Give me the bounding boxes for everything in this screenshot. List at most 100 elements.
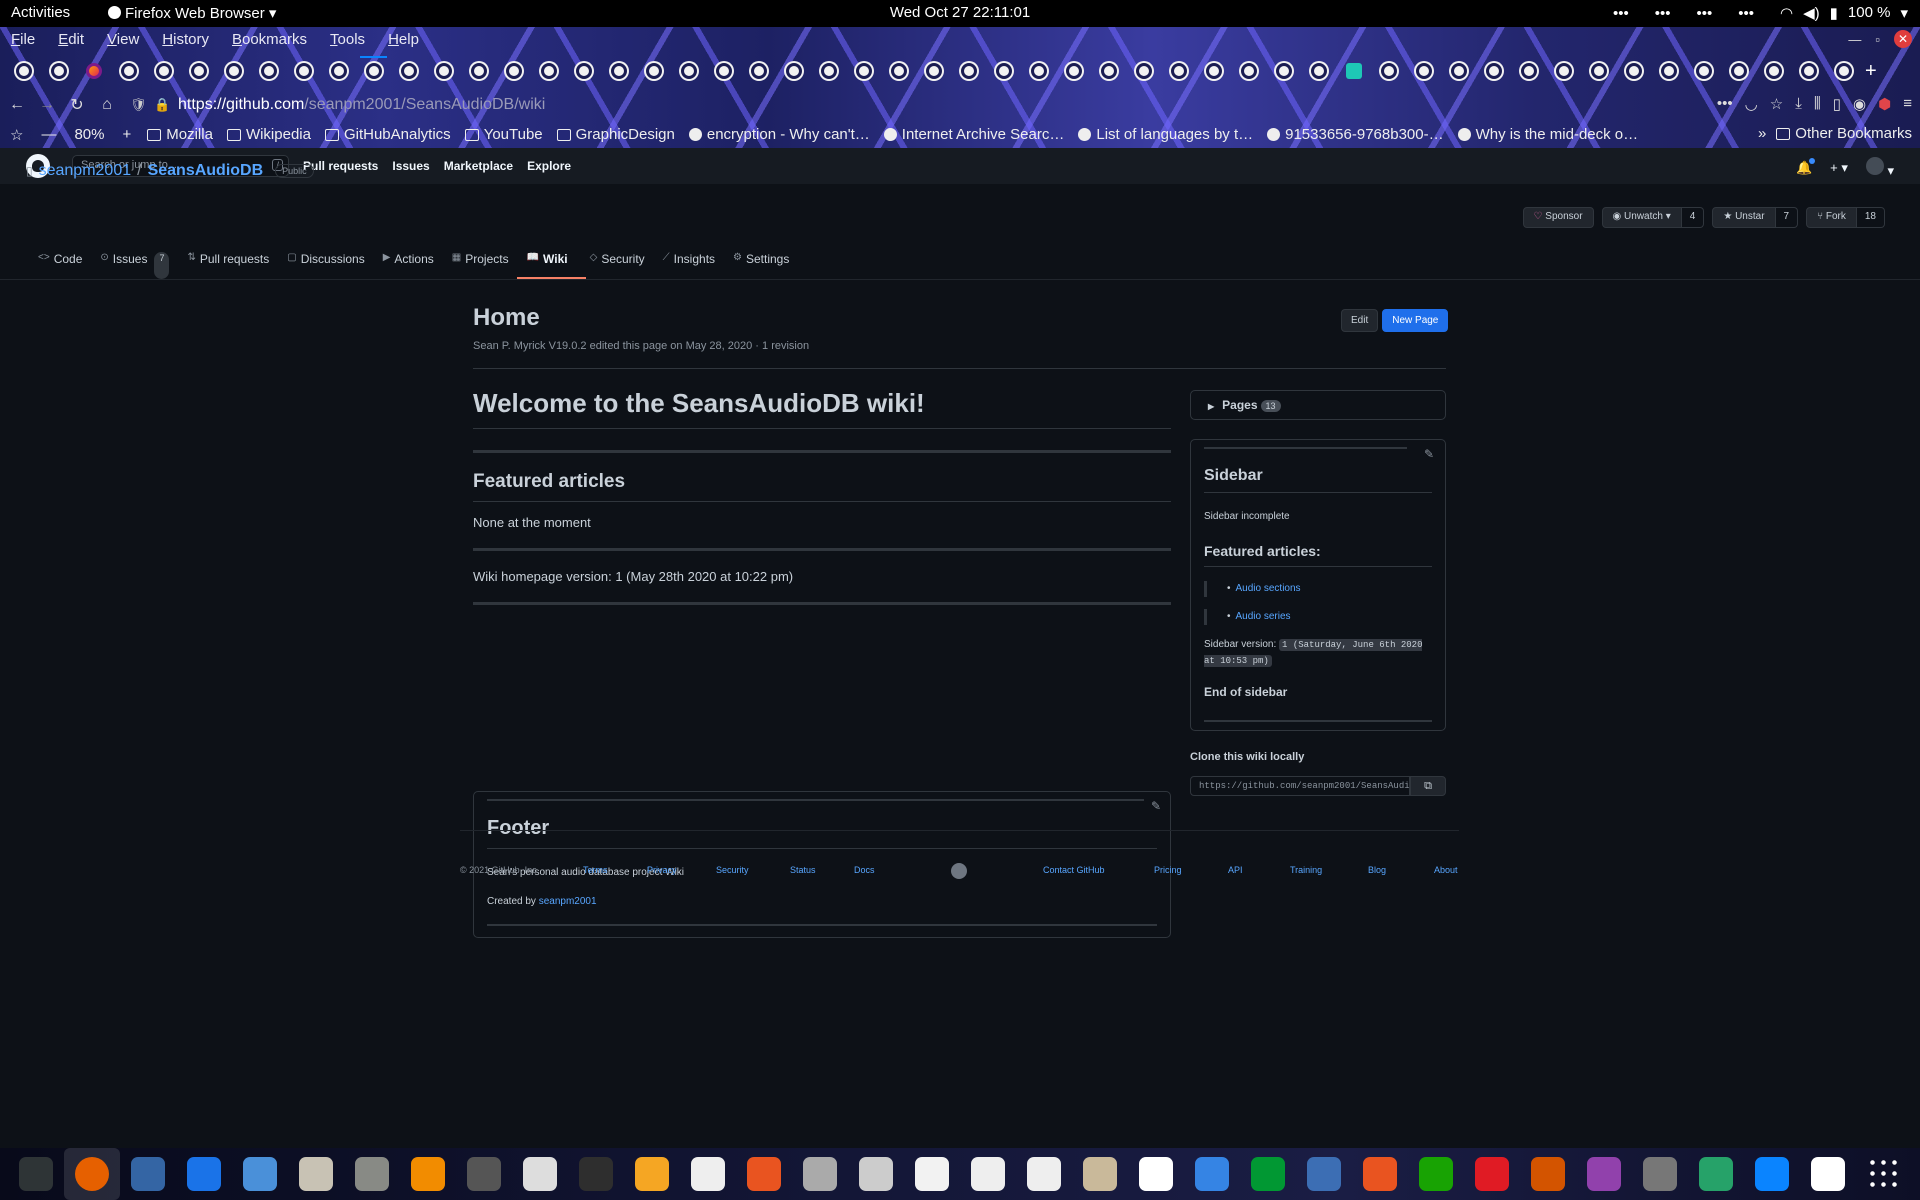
browser-tab[interactable] — [6, 56, 41, 86]
browser-tab[interactable] — [1126, 56, 1161, 86]
copy-icon[interactable]: ⧉ — [1410, 776, 1446, 796]
footer-link-security[interactable]: Security — [716, 865, 749, 875]
url-bar[interactable]: 🛡 🔒 https://github.com/seanpm2001/SeansA… — [130, 92, 1650, 118]
menu-edit[interactable]: Edit — [47, 27, 96, 53]
dock-item[interactable] — [120, 1148, 176, 1200]
minimize-icon[interactable]: — — [1848, 32, 1861, 47]
footer-link-pricing[interactable]: Pricing — [1154, 865, 1182, 875]
browser-tab[interactable] — [1651, 56, 1686, 86]
dock-item[interactable] — [344, 1148, 400, 1200]
footer-link-api[interactable]: API — [1228, 865, 1243, 875]
edit-pencil-icon[interactable]: ✎ — [1424, 447, 1434, 461]
browser-tab[interactable] — [216, 56, 251, 86]
back-icon[interactable]: ← — [2, 96, 32, 114]
nav-explore[interactable]: Explore — [527, 159, 571, 173]
bookmark-item[interactable]: Internet Archive Searc… — [883, 126, 1064, 143]
browser-tab[interactable] — [1371, 56, 1406, 86]
reload-icon[interactable]: ↻ — [62, 95, 92, 115]
library-icon[interactable]: ⫼ — [1814, 95, 1821, 113]
tab-projects[interactable]: ▦ Projects — [452, 242, 523, 279]
app-menu[interactable]: Firefox Web Browser ▾ — [108, 4, 276, 22]
battery-icon[interactable]: ▮ — [1830, 4, 1838, 22]
dock-item[interactable] — [1688, 1148, 1744, 1200]
tab-insights[interactable]: ⟋ Insights — [663, 242, 729, 279]
browser-tab[interactable] — [531, 56, 566, 86]
tab-wiki[interactable]: 📖 Wiki — [516, 242, 586, 279]
browser-tab[interactable] — [181, 56, 216, 86]
browser-tab[interactable] — [811, 56, 846, 86]
dock-item[interactable] — [1072, 1148, 1128, 1200]
bookmark-item[interactable]: YouTube — [464, 126, 543, 143]
ublock-icon[interactable]: ⬢ — [1878, 95, 1891, 113]
star-count[interactable]: 7 — [1775, 207, 1799, 228]
power-menu-icon[interactable]: ▾ — [1900, 4, 1908, 22]
new-tab-icon[interactable]: + — [1865, 60, 1877, 83]
pocket-icon[interactable]: ◡ — [1745, 95, 1758, 113]
create-new-dropdown[interactable]: + ▾ — [1830, 160, 1848, 176]
dock-item[interactable] — [680, 1148, 736, 1200]
browser-tab[interactable] — [251, 56, 286, 86]
hamburger-menu-icon[interactable]: ≡ — [1903, 95, 1912, 113]
browser-tab[interactable] — [41, 56, 76, 86]
author-link[interactable]: seanpm2001 — [539, 896, 597, 907]
dock-item[interactable] — [848, 1148, 904, 1200]
footer-link-terms[interactable]: Terms — [583, 865, 608, 875]
browser-tab[interactable] — [1056, 56, 1091, 86]
footer-link-blog[interactable]: Blog — [1368, 865, 1386, 875]
browser-tab[interactable] — [706, 56, 741, 86]
clone-url-input[interactable]: https://github.com/seanpm2001/SeansAudio… — [1190, 776, 1410, 796]
bookmark-item[interactable]: 91533656-9768b300-… — [1267, 126, 1444, 143]
browser-tab[interactable] — [496, 56, 531, 86]
browser-tab[interactable] — [146, 56, 181, 86]
browser-tab[interactable] — [881, 56, 916, 86]
browser-tab[interactable] — [1791, 56, 1826, 86]
tab-settings[interactable]: ⚙ Settings — [733, 242, 803, 279]
watch-count[interactable]: 4 — [1681, 207, 1705, 228]
bookmark-item[interactable]: GitHubAnalytics — [324, 126, 451, 143]
dock-item[interactable] — [288, 1148, 344, 1200]
browser-tab[interactable] — [76, 56, 111, 86]
dock-item[interactable] — [1632, 1148, 1688, 1200]
wifi-icon[interactable]: ◠ — [1780, 4, 1793, 22]
dock-item[interactable] — [400, 1148, 456, 1200]
dock-item[interactable] — [1856, 1148, 1912, 1200]
browser-tab[interactable] — [1476, 56, 1511, 86]
dock-item[interactable] — [8, 1148, 64, 1200]
new-page-button[interactable]: New Page — [1382, 309, 1449, 332]
clock[interactable]: Wed Oct 27 22:11:01 — [890, 4, 1030, 21]
dock-item[interactable] — [1016, 1148, 1072, 1200]
activities-button[interactable]: Activities — [11, 4, 70, 21]
browser-tab[interactable] — [1301, 56, 1336, 86]
restore-icon[interactable]: ▫ — [1875, 32, 1880, 47]
edit-button[interactable]: Edit — [1341, 309, 1379, 332]
dock-item[interactable] — [1240, 1148, 1296, 1200]
tab-security[interactable]: ◇ Security — [590, 242, 659, 279]
tab-code[interactable]: <> Code — [38, 242, 96, 279]
footer-link-docs[interactable]: Docs — [854, 865, 875, 875]
browser-tab[interactable] — [776, 56, 811, 86]
browser-tab[interactable] — [1231, 56, 1266, 86]
browser-tab[interactable] — [1406, 56, 1441, 86]
edit-pencil-icon[interactable]: ✎ — [1151, 799, 1161, 813]
fork-button[interactable]: ⑂ Fork 18 — [1806, 207, 1885, 228]
github-mark-icon[interactable] — [951, 863, 967, 879]
browser-tab[interactable] — [1686, 56, 1721, 86]
bookmark-star-icon[interactable]: ☆ — [1770, 95, 1783, 113]
menu-history[interactable]: History — [151, 27, 221, 53]
fork-count[interactable]: 18 — [1856, 207, 1885, 228]
footer-link-contact[interactable]: Contact GitHub — [1043, 865, 1105, 875]
tab-issues[interactable]: ⊙ Issues 7 — [100, 242, 183, 279]
sidebar-link-audio-sections[interactable]: Audio sections — [1204, 581, 1301, 597]
dock-item[interactable] — [1184, 1148, 1240, 1200]
extension-menu-icon[interactable]: ••• — [1697, 5, 1713, 22]
bookmark-item[interactable]: List of languages by t… — [1078, 126, 1253, 143]
dock-item[interactable] — [1520, 1148, 1576, 1200]
dock-item[interactable] — [1128, 1148, 1184, 1200]
browser-tab[interactable] — [951, 56, 986, 86]
browser-tab[interactable] — [391, 56, 426, 86]
footer-link-status[interactable]: Status — [790, 865, 816, 875]
other-bookmarks[interactable]: Other Bookmarks — [1776, 125, 1912, 142]
browser-tab[interactable] — [356, 56, 391, 86]
bookmark-item[interactable]: Why is the mid-deck o… — [1457, 126, 1638, 143]
bookmark-item[interactable]: Wikipedia — [226, 126, 311, 143]
